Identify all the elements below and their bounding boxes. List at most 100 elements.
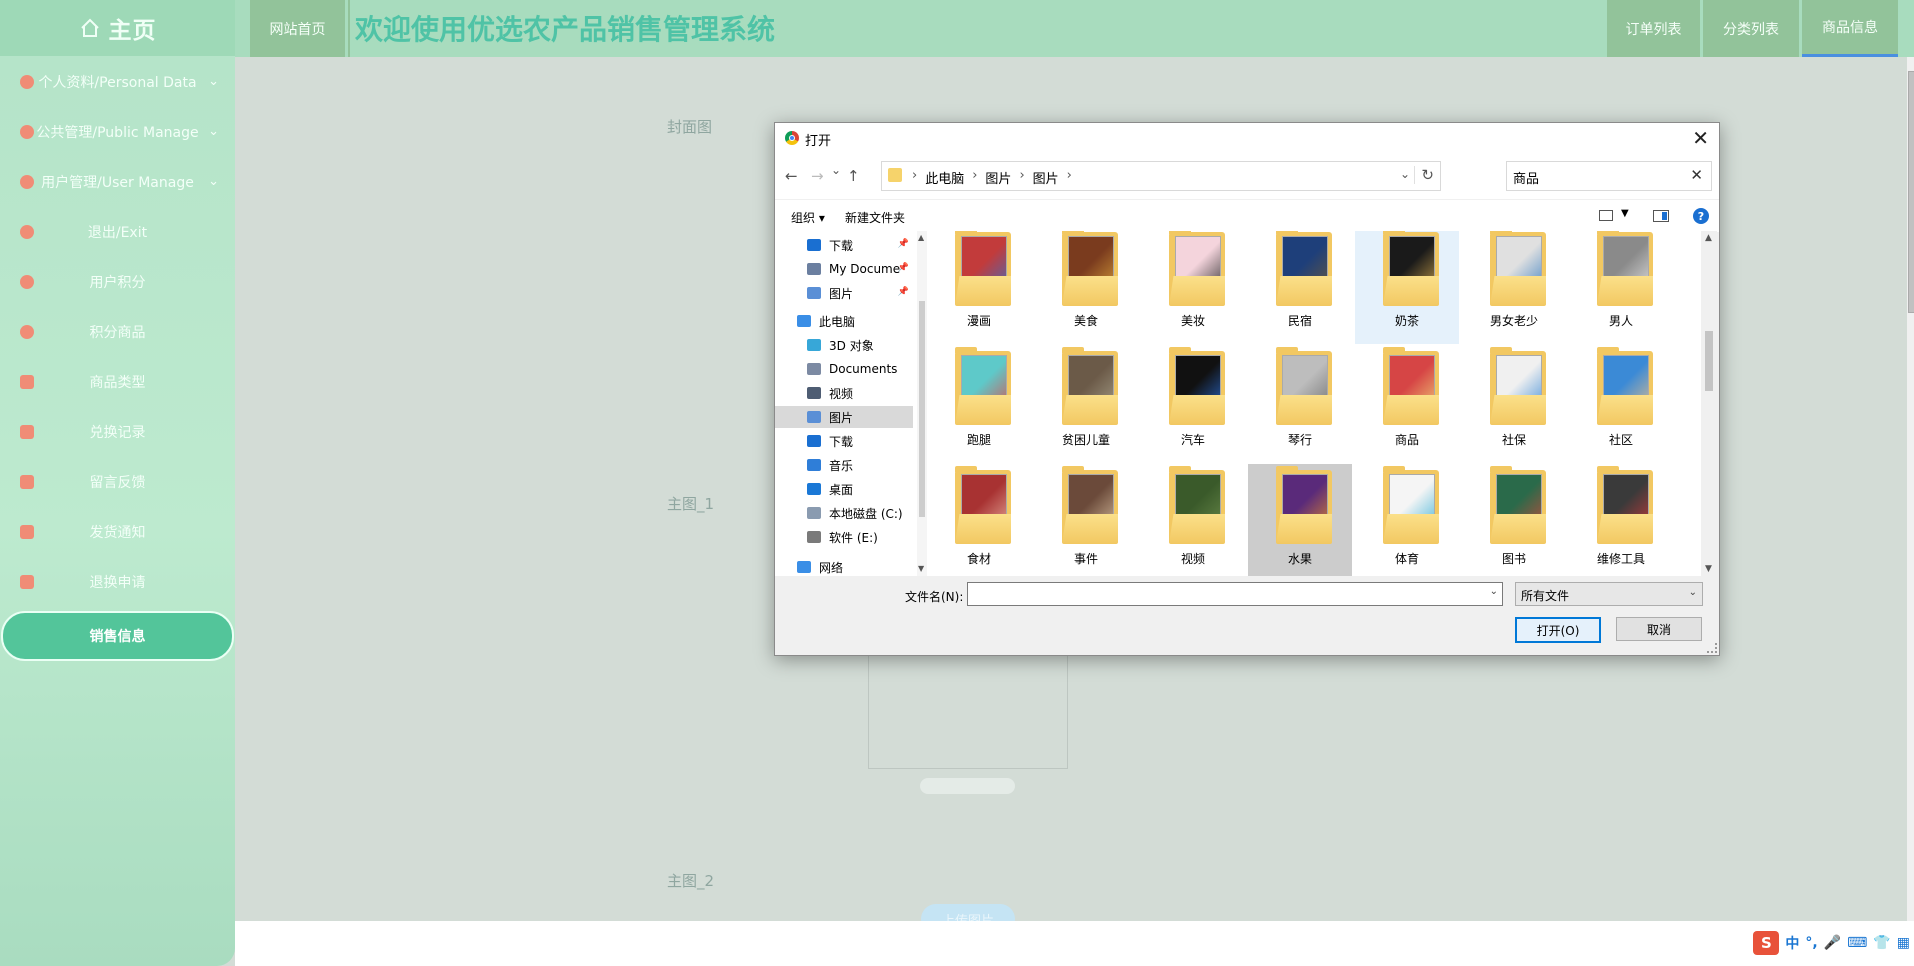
sidebar-item-3[interactable]: 退出/Exit	[0, 207, 235, 257]
file-item[interactable]: 贫困儿童	[1034, 345, 1138, 463]
tree-scrollbar[interactable]: ▲ ▼	[917, 231, 927, 576]
back-arrow-icon[interactable]: ←	[785, 167, 798, 185]
page-scrollbar-thumb[interactable]	[1908, 71, 1914, 313]
tree-item[interactable]: 本地磁盘 (C:)	[775, 502, 913, 524]
sidebar-item-11[interactable]: 销售信息	[1, 611, 234, 661]
file-item[interactable]: 男人	[1569, 231, 1673, 344]
sidebar-item-7[interactable]: 兑换记录	[0, 407, 235, 457]
search-input[interactable]: 商品 ✕	[1506, 161, 1712, 191]
file-item[interactable]: 事件	[1034, 464, 1138, 576]
keyboard-icon[interactable]: ⌨	[1847, 935, 1867, 951]
forward-arrow-icon[interactable]: →	[811, 167, 824, 185]
chrome-icon	[785, 131, 799, 145]
sogou-logo-icon[interactable]: S	[1753, 931, 1780, 955]
refresh-icon[interactable]: ↻	[1414, 166, 1434, 184]
page-scrollbar[interactable]	[1907, 57, 1914, 921]
view-dropdown-icon[interactable]: ▼	[1621, 208, 1629, 219]
sidebar-logo[interactable]: 主页	[0, 0, 235, 56]
scroll-up-icon[interactable]: ▲	[1705, 233, 1712, 243]
view-options-icon[interactable]	[1599, 210, 1613, 221]
sidebar-item-9[interactable]: 发货通知	[0, 507, 235, 557]
image-preview-box[interactable]	[868, 655, 1068, 769]
file-item[interactable]: 民宿	[1248, 231, 1352, 344]
breadcrumb-this-pc[interactable]: 此电脑	[925, 168, 964, 187]
ime-lang-toggle[interactable]: 中	[1785, 933, 1799, 953]
file-item[interactable]: 水果	[1248, 464, 1352, 576]
files-scrollbar-thumb[interactable]	[1705, 331, 1713, 391]
tree-item[interactable]: 网络	[775, 556, 913, 576]
file-item[interactable]: 体育	[1355, 464, 1459, 576]
sidebar-item-10[interactable]: 退换申请	[0, 557, 235, 607]
toolbox-icon[interactable]: ▦	[1897, 935, 1910, 951]
tree-item[interactable]: 图片	[775, 406, 913, 428]
preview-pane-icon[interactable]	[1653, 210, 1669, 222]
chevron-down-icon[interactable]: ⌄	[1490, 586, 1498, 597]
upload-button-placeholder[interactable]	[920, 778, 1015, 794]
organize-menu[interactable]: 组织 ▾	[791, 209, 825, 226]
scroll-up-icon[interactable]: ▲	[918, 233, 924, 242]
skin-icon[interactable]: 👕	[1873, 935, 1890, 951]
file-item[interactable]: 美妆	[1141, 231, 1245, 344]
tree-item[interactable]: 下载	[775, 430, 913, 452]
chevron-down-icon[interactable]: ⌄	[1400, 167, 1410, 181]
tab-order-list[interactable]: 订单列表	[1607, 0, 1700, 57]
filetype-select[interactable]: 所有文件 ⌄	[1515, 582, 1703, 606]
sidebar-item-5[interactable]: 积分商品	[0, 307, 235, 357]
tree-item[interactable]: 视频	[775, 382, 913, 404]
tree-item[interactable]: 软件 (E:)	[775, 526, 913, 548]
tab-product-info[interactable]: 商品信息	[1802, 0, 1898, 57]
sidebar-item-0[interactable]: 个人资料/Personal Data ⌄	[0, 57, 235, 107]
recent-locations-icon[interactable]: ⌄	[831, 163, 841, 177]
tab-category-list[interactable]: 分类列表	[1703, 0, 1799, 57]
filename-input[interactable]: ⌄	[967, 582, 1503, 606]
file-item[interactable]: 汽车	[1141, 345, 1245, 463]
file-item[interactable]: 琴行	[1248, 345, 1352, 463]
sidebar-item-8[interactable]: 留言反馈	[0, 457, 235, 507]
tree-item[interactable]: 下载 📌	[775, 234, 913, 256]
cancel-button[interactable]: 取消	[1616, 617, 1702, 641]
tab-site-home[interactable]: 网站首页	[250, 0, 345, 57]
close-icon[interactable]: ✕	[1692, 126, 1709, 150]
tree-item[interactable]: 桌面	[775, 478, 913, 500]
tree-item[interactable]: 音乐	[775, 454, 913, 476]
microphone-icon[interactable]: 🎤	[1824, 935, 1841, 951]
scroll-down-icon[interactable]: ▼	[1705, 564, 1712, 574]
sidebar-item-4[interactable]: 用户积分	[0, 257, 235, 307]
file-item[interactable]: 商品	[1355, 345, 1459, 463]
tree-item[interactable]: My Docume 📌	[775, 258, 913, 280]
dialog-titlebar[interactable]: 打开 ✕	[775, 123, 1719, 153]
file-item[interactable]: 美食	[1034, 231, 1138, 344]
file-item[interactable]: 图书	[1462, 464, 1566, 576]
file-item[interactable]: 奶茶	[1355, 231, 1459, 344]
file-item[interactable]: 视频	[1141, 464, 1245, 576]
file-item[interactable]: 食材	[927, 464, 1031, 576]
folder-icon	[807, 411, 821, 423]
help-icon[interactable]: ?	[1693, 208, 1709, 224]
tree-item[interactable]: 图片 📌	[775, 282, 913, 304]
tree-item[interactable]: 3D 对象	[775, 334, 913, 356]
file-item[interactable]: 社保	[1462, 345, 1566, 463]
scroll-down-icon[interactable]: ▼	[918, 564, 924, 573]
file-item[interactable]: 维修工具	[1569, 464, 1673, 576]
new-folder-button[interactable]: 新建文件夹	[845, 209, 905, 226]
file-item[interactable]: 漫画	[927, 231, 1031, 344]
sidebar-item-6[interactable]: 商品类型	[0, 357, 235, 407]
tree-item[interactable]: 此电脑	[775, 310, 913, 332]
ime-toolbar[interactable]: S 中 °, 🎤 ⌨ 👕 ▦	[1753, 931, 1914, 955]
files-scrollbar[interactable]: ▲ ▼	[1701, 231, 1717, 576]
tree-item[interactable]: Documents	[775, 358, 913, 380]
breadcrumb-pictures-sub[interactable]: 图片	[1033, 168, 1059, 187]
resize-grip[interactable]	[1707, 643, 1717, 653]
file-item[interactable]: 社区	[1569, 345, 1673, 463]
sidebar-item-1[interactable]: 公共管理/Public Manage ⌄	[0, 107, 235, 157]
breadcrumb-pictures[interactable]: 图片	[985, 168, 1011, 187]
file-item[interactable]: 男女老少	[1462, 231, 1566, 344]
sidebar-item-2[interactable]: 用户管理/User Manage ⌄	[0, 157, 235, 207]
open-button[interactable]: 打开(O)	[1515, 617, 1601, 643]
ime-punct-toggle[interactable]: °,	[1805, 935, 1817, 951]
tree-scrollbar-thumb[interactable]	[919, 301, 925, 517]
address-bar[interactable]: › 此电脑 › 图片 › 图片 › ⌄ ↻	[881, 161, 1441, 191]
file-item[interactable]: 跑腿	[927, 345, 1031, 463]
up-arrow-icon[interactable]: ↑	[847, 167, 860, 185]
clear-search-icon[interactable]: ✕	[1690, 166, 1703, 184]
